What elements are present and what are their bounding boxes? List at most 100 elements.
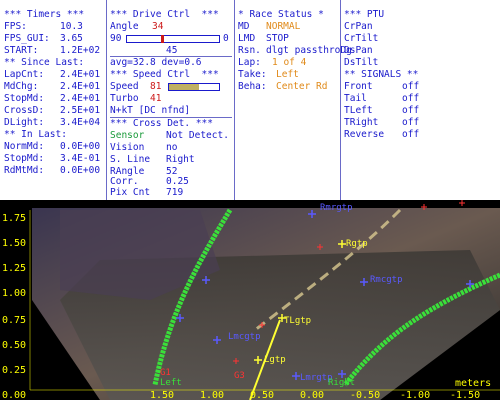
y-tick-label: 0.25 [2,365,26,376]
track-overlay: Rmrgtp Rgtp Rmcgtp TLgtp Lmcgtp Lgtp G1 … [0,200,500,400]
sline-label: S. Line [110,154,151,165]
speed-label: Speed [110,81,139,92]
corr-label: Corr. [110,176,139,187]
lap-label: Lap: [238,57,261,68]
rdmtmd-value: 0.0E+00 [60,165,101,176]
fps-value: 10.3 [60,21,83,32]
label-lgtp: Lgtp [264,355,286,365]
drive-header: *** Drive Ctrl *** [110,9,219,20]
sensor-value: Not Detect. [166,130,229,141]
divider [340,0,341,200]
rdmtmd-label: RdMtMd: [4,165,45,176]
x-tick-label: 1.50 [150,390,174,400]
divider [234,0,235,200]
fps-gui-value: 3.65 [60,33,83,44]
tail-label: Tail [344,93,367,104]
mdchg-label: MdChg: [4,81,39,92]
stopmd-value: 2.4E+01 [60,93,101,104]
md-label: MD [238,21,250,32]
drive-section: *** Drive Ctrl *** Angle 34 90 0 45 avg=… [110,0,232,200]
label-g3: G3 [234,371,245,381]
x-tick-label: -1.50 [450,390,480,400]
tail-value: off [402,93,420,104]
y-tick-label: 1.25 [2,263,26,274]
lapcnt-value: 2.4E+01 [60,69,101,80]
race-status-header: * Race Status * [238,9,324,20]
steering-marker [161,35,164,43]
x-tick-label: 1.00 [200,390,224,400]
speed-header: *** Speed Ctrl *** [110,69,219,80]
ptu-crtilt: CrTilt [344,33,379,44]
reverse-label: Reverse [344,129,385,140]
start-label: START: [4,45,39,56]
md-value: NORMAL [266,21,301,32]
steer-right-number: 0 [223,33,229,44]
avg-dev-line: avg=32.8 dev=0.6 [110,57,202,68]
camera-track-view: Rmrgtp Rgtp Rmcgtp TLgtp Lmcgtp Lgtp G1 … [0,200,500,400]
turbo-label: Turbo [110,93,139,104]
front-value: off [402,81,420,92]
lapcnt-label: LapCnt: [4,69,45,80]
ptu-crpan: CrPan [344,21,373,32]
angle-value: 34 [152,21,164,32]
fps-gui-label: FPS_GUI: [4,33,50,44]
tleft-label: TLeft [344,105,373,116]
stopmd2-label: StopMd: [4,153,45,164]
lmd-label: LMD [238,33,256,44]
label-rgtp: Rgtp [346,239,368,249]
fps-label: FPS: [4,21,27,32]
y-tick-label: 1.00 [2,288,26,299]
divider [106,0,107,200]
rsn-value: dlgt passthroDg [266,45,352,56]
front-label: Front [344,81,373,92]
stopmd-label: StopMd: [4,93,45,104]
label-right: Right [328,378,355,388]
ptu-header: *** PTU [344,9,385,20]
label-left: Left [160,378,182,388]
steer-center-number: 45 [166,45,178,56]
speed-bar [168,83,220,91]
sline-value: Right [166,154,195,165]
take-label: Take: [238,69,267,80]
rsn-label: Rsn. [238,45,261,56]
lap-value: 1 of 4 [272,57,307,68]
start-value: 1.2E+02 [60,45,101,56]
take-value: Left [276,69,299,80]
cross-det-header: *** Cross Det. *** [110,118,213,129]
race-status-section: * Race Status * MD NORMAL LMD STOP Rsn. … [238,0,352,200]
dlight-value: 3.4E+04 [60,117,101,128]
normmd-label: NormMd: [4,141,45,152]
y-tick-label: 0.75 [2,315,26,326]
beha-label: Beha: [238,81,267,92]
pix-count-value: 719 [166,187,184,198]
timers-header: *** Timers *** [4,9,85,20]
y-tick-label: 1.50 [2,238,26,249]
reverse-value: off [402,129,420,140]
corr-value: 0.25 [166,176,189,187]
ptu-dstilt: DsTilt [344,57,379,68]
x-tick-label: 0.50 [250,390,274,400]
tleft-value: off [402,105,420,116]
label-tlgtp: TLgtp [284,316,311,326]
axis-units: meters [455,378,491,389]
steering-bar [126,35,220,43]
normmd-value: 0.0E+00 [60,141,101,152]
x-tick-label: -0.50 [350,390,380,400]
timers-section: *** Timers *** FPS: 10.3 FPS_GUI: 3.65 S… [4,0,104,200]
ptu-section: *** PTU CrPan CrTilt DsPan DsTilt ** SIG… [344,0,498,200]
lmd-value: STOP [266,33,289,44]
stopmd2-value: 3.4E-01 [60,153,101,164]
label-rmcgtp: Rmcgtp [370,275,403,285]
tright-value: off [402,117,420,128]
nkt-line: N+kT [DC nfnd] [110,105,191,116]
steer-left-number: 90 [110,33,122,44]
dlight-label: DLight: [4,117,45,128]
ptu-dspan: DsPan [344,45,373,56]
y-tick-label: 1.75 [2,213,26,224]
label-lmcgtp: Lmcgtp [228,332,261,342]
speed-bar-fill [169,84,199,90]
signals-header: ** SIGNALS ** [344,69,419,80]
sensor-label: Sensor [110,130,145,141]
crossd-value: 2.5E+01 [60,105,101,116]
mdchg-value: 2.4E+01 [60,81,101,92]
